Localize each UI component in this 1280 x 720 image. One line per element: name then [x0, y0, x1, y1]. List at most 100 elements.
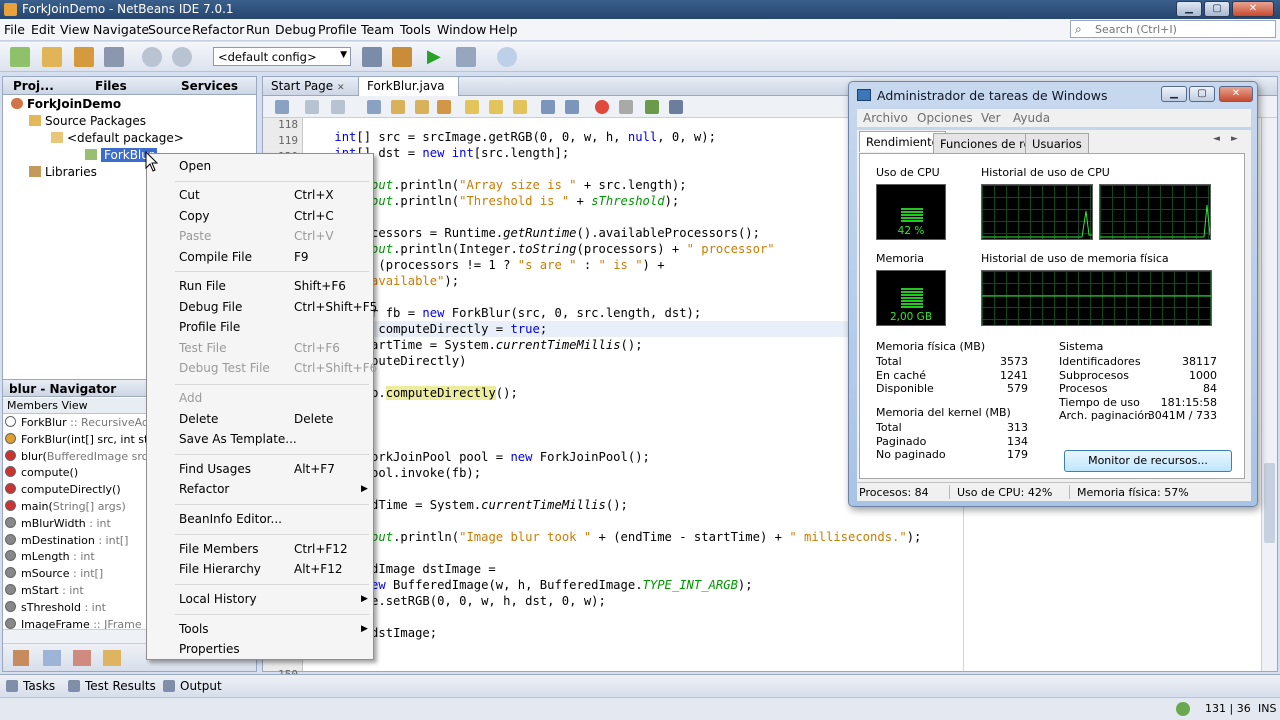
menu-item-copy[interactable]: Copy [179, 209, 209, 223]
menu-view[interactable]: View [60, 22, 90, 37]
navigator-member[interactable]: blur(BufferedImage srcI [5, 449, 151, 463]
menu-navigate[interactable]: Navigate [93, 22, 149, 37]
menu-item-properties[interactable]: Properties [179, 642, 240, 656]
tm-maximize-button[interactable]: ▢ [1189, 86, 1215, 102]
save-all-icon[interactable] [104, 47, 124, 67]
start-macro-icon[interactable] [595, 100, 609, 114]
menu-item-tools[interactable]: Tools [179, 622, 209, 636]
menu-tools[interactable]: Tools [400, 22, 431, 37]
filter-static-icon[interactable] [73, 650, 91, 666]
undo-icon[interactable] [142, 47, 162, 67]
close-button[interactable]: ✕ [1232, 1, 1274, 17]
maximize-button[interactable]: ▢ [1204, 1, 1230, 17]
source-view-icon[interactable] [275, 100, 289, 114]
minimize-button[interactable]: ▁ [1176, 1, 1202, 17]
notifications-icon[interactable] [1176, 702, 1190, 716]
menu-team[interactable]: Team [361, 22, 394, 37]
menu-item-debug-file[interactable]: Debug File [179, 300, 242, 314]
tm-menu-opciones[interactable]: Opciones [917, 111, 973, 125]
tm-menu-ver[interactable]: Ver [981, 111, 1001, 125]
navigator-member[interactable]: mDestination : int[] [5, 533, 128, 547]
navigator-member[interactable]: ForkBlur :: RecursiveAction [5, 416, 169, 429]
menu-item-cut[interactable]: Cut [179, 188, 200, 202]
new-file-icon[interactable] [10, 47, 30, 67]
menu-item-file-members[interactable]: File Members [179, 542, 259, 556]
menu-item-refactor[interactable]: Refactor [179, 482, 229, 496]
tm-menu-archivo[interactable]: Archivo [863, 111, 908, 125]
navigator-member[interactable]: mBlurWidth : int [5, 516, 111, 530]
debug-icon[interactable] [456, 47, 476, 67]
find-next-icon[interactable] [415, 100, 429, 114]
menu-profile[interactable]: Profile [318, 22, 357, 37]
navigator-member[interactable]: mLength : int [5, 550, 95, 563]
tab-projects[interactable]: Proj... [13, 79, 54, 93]
navigator-member[interactable]: ForkBlur(int[] src, int sta [5, 432, 155, 446]
navigator-member[interactable]: computeDirectly() [5, 483, 121, 496]
menu-item-beaninfo-editor[interactable]: BeanInfo Editor... [179, 512, 282, 526]
menu-refactor[interactable]: Refactor [192, 22, 244, 37]
tm-menu-ayuda[interactable]: Ayuda [1013, 111, 1050, 125]
menu-file[interactable]: File [4, 22, 25, 37]
profile-icon[interactable] [497, 47, 517, 67]
tree-project[interactable]: ForkJoinDemo [11, 97, 121, 111]
toggle-highlight-icon[interactable] [437, 100, 451, 114]
tab-forkblur-java[interactable]: ForkBlur.java ✕ [359, 77, 459, 107]
menu-item-save-as-template[interactable]: Save As Template... [179, 432, 297, 446]
uncomment-icon[interactable] [669, 100, 683, 114]
menu-item-find-usages[interactable]: Find Usages [179, 462, 251, 476]
tab-services[interactable]: Services [181, 79, 238, 93]
search-input[interactable] [1095, 21, 1273, 37]
config-select[interactable]: <default config> ▼ [213, 47, 351, 66]
menu-item-profile-file[interactable]: Profile File [179, 320, 240, 334]
forward-icon[interactable] [331, 100, 345, 114]
tree-libraries[interactable]: Libraries [29, 165, 97, 179]
shift-left-icon[interactable] [541, 100, 555, 114]
prev-bookmark-icon[interactable] [465, 100, 479, 114]
resource-monitor-button[interactable]: Monitor de recursos... [1064, 450, 1232, 472]
tm-minimize-button[interactable]: ▁ [1161, 86, 1187, 102]
menu-debug[interactable]: Debug [275, 22, 316, 37]
shift-right-icon[interactable] [565, 100, 579, 114]
build-hammer-icon[interactable] [362, 47, 382, 67]
next-bookmark-icon[interactable] [489, 100, 503, 114]
tab-files[interactable]: Files [95, 79, 127, 93]
clean-build-icon[interactable] [392, 47, 412, 67]
toggle-bookmark-icon[interactable] [513, 100, 527, 114]
editor-vscroll[interactable] [1261, 118, 1277, 671]
find-previous-icon[interactable] [391, 100, 405, 114]
stop-macro-icon[interactable] [619, 100, 633, 114]
navigator-member[interactable]: sThreshold : int [5, 600, 106, 614]
scroll-thumb[interactable] [1264, 463, 1275, 543]
tab-output[interactable]: Output [163, 679, 222, 693]
menu-item-file-hierarchy[interactable]: File Hierarchy [179, 562, 261, 576]
menu-item-run-file[interactable]: Run File [179, 279, 226, 293]
menu-source[interactable]: Source [148, 22, 191, 37]
run-icon[interactable]: ▶ [427, 47, 447, 67]
navigator-member[interactable]: mStart : int [5, 584, 84, 597]
redo-icon[interactable] [172, 47, 192, 67]
tree-default-package[interactable]: <default package> [51, 131, 184, 145]
comment-icon[interactable] [645, 100, 659, 114]
menu-window[interactable]: Window [437, 22, 486, 37]
menu-run[interactable]: Run [246, 22, 270, 37]
menu-item-local-history[interactable]: Local History [179, 592, 257, 606]
navigator-member[interactable]: main(String[] args) [5, 500, 126, 513]
menu-item-delete[interactable]: Delete [179, 412, 218, 426]
tm-close-button[interactable]: ✕ [1219, 86, 1253, 102]
hierarchy-icon[interactable] [13, 650, 29, 666]
menu-edit[interactable]: Edit [31, 22, 55, 37]
menu-help[interactable]: Help [489, 22, 518, 37]
new-project-icon[interactable] [42, 47, 62, 67]
back-icon[interactable] [305, 100, 319, 114]
search-box[interactable]: ⌕ [1070, 20, 1276, 38]
tab-scroll-right-icon[interactable]: ► [1231, 134, 1238, 144]
tab-test-results[interactable]: Test Results [68, 679, 156, 693]
tab-scroll-left-icon[interactable]: ◄ [1213, 134, 1220, 144]
tab-start-page[interactable]: Start Page ✕ [263, 77, 359, 96]
tm-tab-usuarios[interactable]: Usuarios [1025, 133, 1089, 153]
open-project-icon[interactable] [74, 47, 94, 67]
find-icon[interactable] [367, 100, 381, 114]
filter-nonpublic-icon[interactable] [103, 650, 121, 666]
menu-item-open[interactable]: Open [179, 159, 211, 173]
close-icon[interactable]: ✕ [337, 83, 345, 93]
